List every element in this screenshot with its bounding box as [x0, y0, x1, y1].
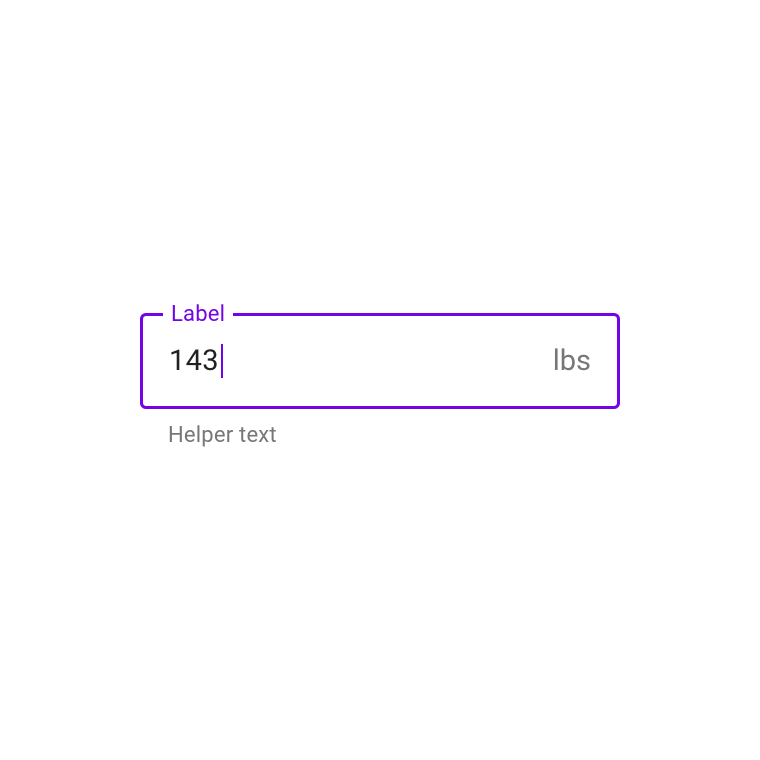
- text-input[interactable]: 143: [169, 344, 553, 378]
- field-label: Label: [163, 302, 233, 327]
- suffix-text: lbs: [553, 344, 591, 378]
- text-caret: [221, 344, 223, 378]
- text-field-outlined[interactable]: Label 143 lbs: [140, 313, 620, 409]
- input-value: 143: [169, 344, 219, 378]
- text-field-wrapper: Label 143 lbs Helper text: [140, 313, 620, 448]
- helper-text: Helper text: [168, 423, 620, 448]
